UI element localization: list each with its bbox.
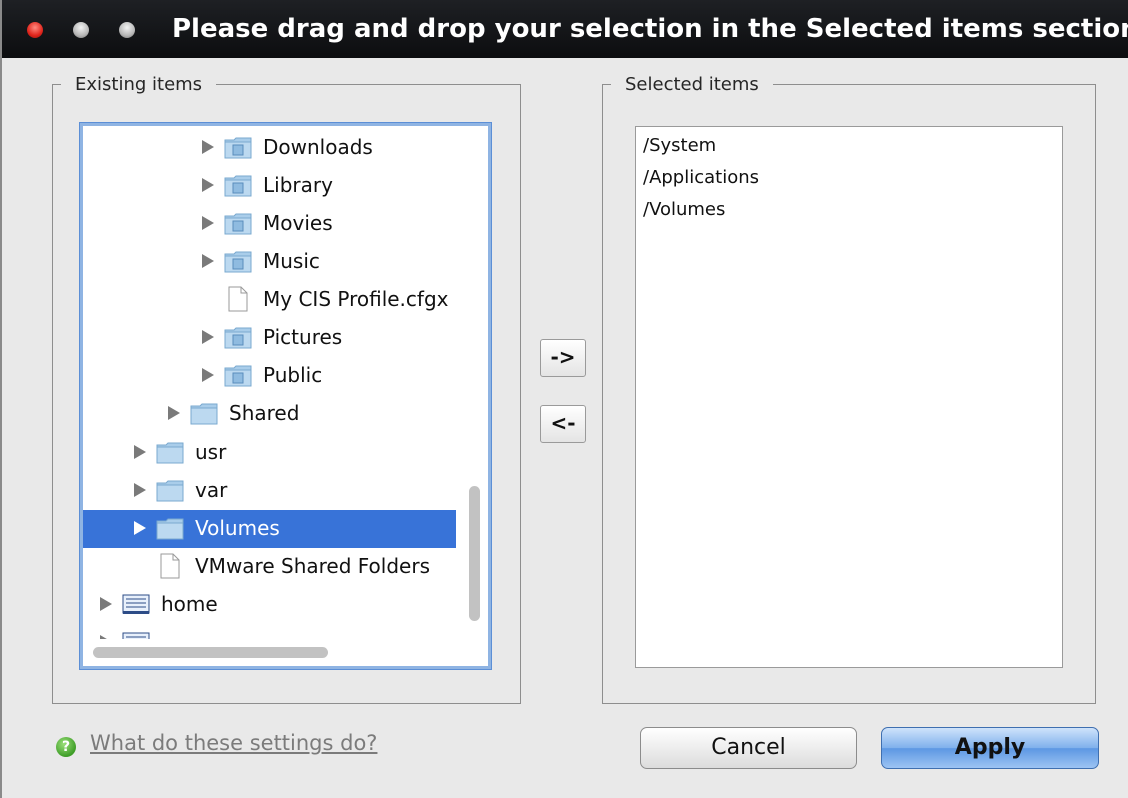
tree-row[interactable] xyxy=(83,624,456,639)
vertical-scrollbar[interactable] xyxy=(469,486,480,621)
tree-row-label: Downloads xyxy=(263,135,373,159)
disclosure-triangle-icon[interactable] xyxy=(134,445,146,459)
list-item[interactable]: /Applications xyxy=(643,167,759,188)
cancel-button[interactable]: Cancel xyxy=(640,727,857,769)
list-item[interactable]: /Volumes xyxy=(643,199,725,220)
dialog-window: Please drag and drop your selection in t… xyxy=(0,0,1128,798)
tree-row-label: Volumes xyxy=(195,516,280,540)
tree-row[interactable]: Music xyxy=(83,243,456,281)
existing-items-tree[interactable]: Downloads Library Movies Music My CIS Profil… xyxy=(80,123,491,669)
tree-row[interactable]: VMware Shared Folders xyxy=(83,548,456,586)
tree-row[interactable]: Library xyxy=(83,167,456,205)
disclosure-triangle-icon[interactable] xyxy=(134,483,146,497)
help-link[interactable]: What do these settings do? xyxy=(90,731,377,755)
movies-folder-icon xyxy=(223,210,253,241)
tree-row-label: Library xyxy=(263,173,333,197)
close-window-button[interactable] xyxy=(27,22,43,38)
selected-items-list[interactable]: /System /Applications /Volumes xyxy=(635,126,1063,668)
tree-row[interactable]: Public xyxy=(83,357,456,395)
title-bar: Please drag and drop your selection in t… xyxy=(2,0,1128,58)
tree-row-label: Pictures xyxy=(263,325,343,349)
tree-row[interactable]: Movies xyxy=(83,205,456,243)
zoom-window-button[interactable] xyxy=(119,22,135,38)
music-folder-icon xyxy=(223,248,253,279)
tree-row-label: Music xyxy=(263,249,320,273)
tree-row[interactable]: Downloads xyxy=(83,129,456,167)
existing-items-legend: Existing items xyxy=(75,74,203,95)
folder-icon xyxy=(189,400,219,431)
disclosure-triangle-icon[interactable] xyxy=(202,216,214,230)
tree-row-label: Public xyxy=(263,363,323,387)
tree-row-label: var xyxy=(195,478,228,502)
folder-icon xyxy=(155,477,185,508)
tree-row[interactable]: My CIS Profile.cfgx xyxy=(83,281,456,319)
tree-row-label: home xyxy=(161,592,218,616)
tree-row[interactable]: Pictures xyxy=(83,319,456,357)
file-icon xyxy=(223,286,253,317)
pictures-folder-icon xyxy=(223,324,253,355)
minimize-window-button[interactable] xyxy=(73,22,89,38)
list-item[interactable]: /System xyxy=(643,135,716,156)
tree-row-label: Shared xyxy=(229,401,300,425)
help-icon[interactable]: ? xyxy=(56,737,76,757)
tree-row[interactable]: var xyxy=(83,472,456,510)
tree-row-label: My CIS Profile.cfgx xyxy=(263,287,449,311)
selected-items-legend: Selected items xyxy=(625,74,759,95)
window-title: Please drag and drop your selection in t… xyxy=(172,14,1128,44)
add-to-selected-button[interactable]: -> xyxy=(540,339,586,377)
disclosure-triangle-icon[interactable] xyxy=(202,254,214,268)
disclosure-triangle-icon[interactable] xyxy=(168,406,180,420)
file-icon xyxy=(155,553,185,584)
tree-row-label: Movies xyxy=(263,211,333,235)
disclosure-triangle-icon[interactable] xyxy=(134,521,146,535)
tree-row[interactable]: home xyxy=(83,586,456,624)
horizontal-scrollbar[interactable] xyxy=(93,647,328,658)
tree-rows: Downloads Library Movies Music My CIS Profil… xyxy=(83,126,456,639)
disclosure-triangle-icon[interactable] xyxy=(202,368,214,382)
public-folder-icon xyxy=(223,362,253,393)
disclosure-triangle-icon[interactable] xyxy=(202,330,214,344)
disclosure-triangle-icon[interactable] xyxy=(100,597,112,611)
tree-row-label: VMware Shared Folders xyxy=(195,554,430,578)
tree-row[interactable]: Volumes xyxy=(83,510,456,548)
disclosure-triangle-icon[interactable] xyxy=(202,140,214,154)
library-folder-icon xyxy=(223,172,253,203)
apply-button[interactable]: Apply xyxy=(881,727,1099,769)
folder-icon xyxy=(155,515,185,546)
tree-row-label: usr xyxy=(195,440,227,464)
disclosure-triangle-icon[interactable] xyxy=(202,178,214,192)
disclosure-triangle-icon[interactable] xyxy=(100,635,112,639)
network-drive-icon xyxy=(121,629,151,639)
folder-icon xyxy=(155,439,185,470)
tree-row[interactable]: usr xyxy=(83,434,456,472)
remove-from-selected-button[interactable]: <- xyxy=(540,405,586,443)
network-drive-icon xyxy=(121,591,151,622)
tree-row[interactable]: Shared xyxy=(83,395,456,433)
downloads-folder-icon xyxy=(223,134,253,165)
